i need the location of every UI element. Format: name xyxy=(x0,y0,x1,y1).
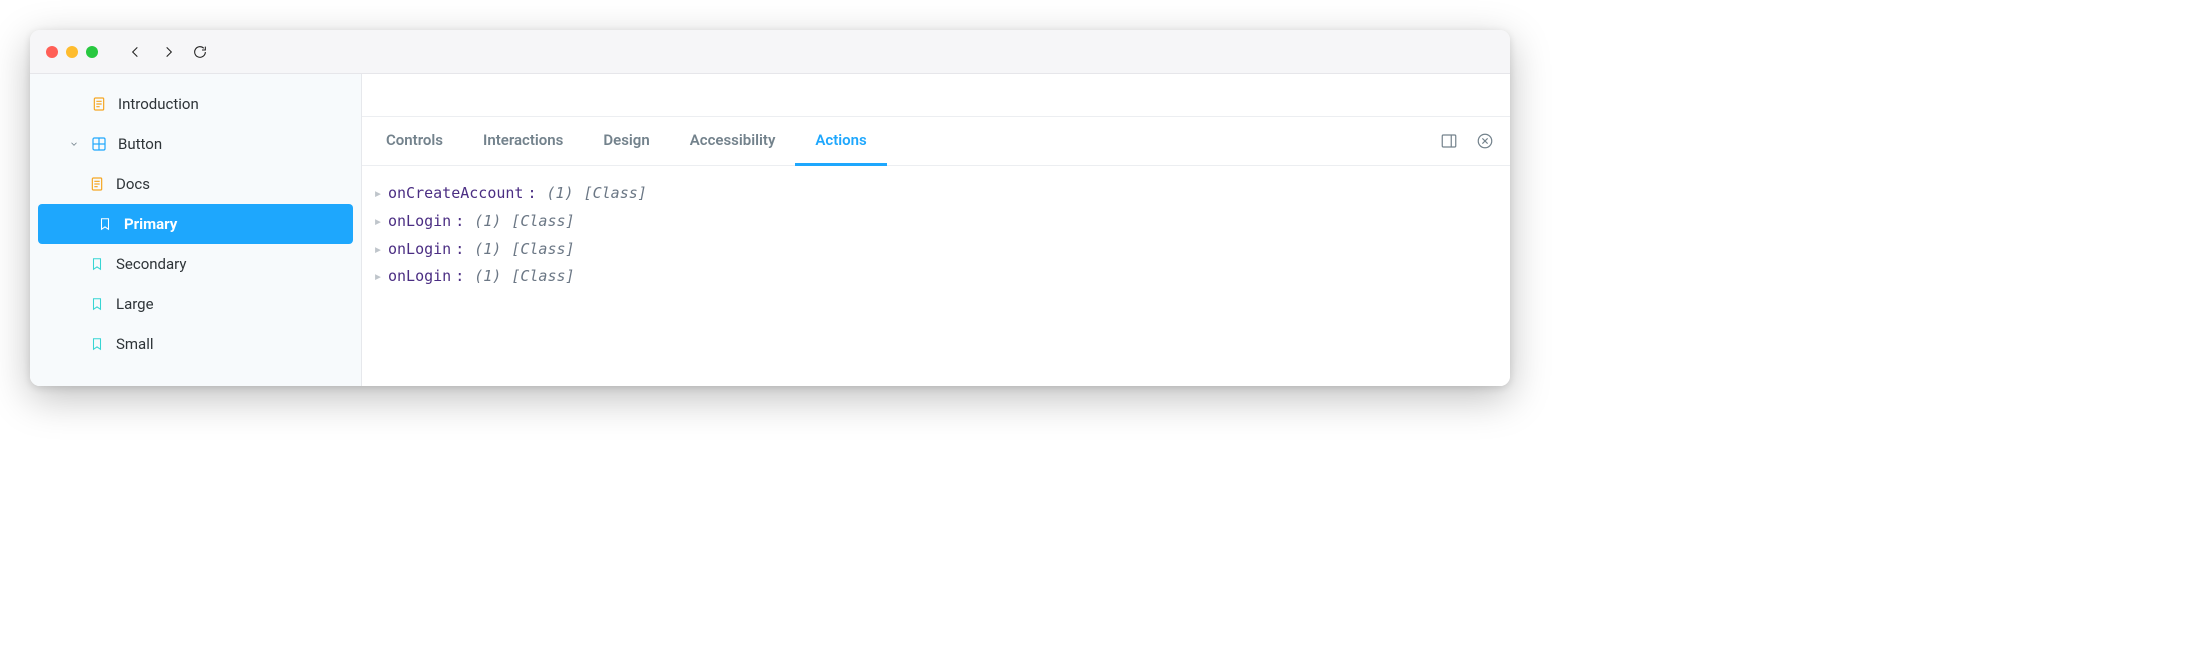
action-class: [Class] xyxy=(511,236,574,264)
chevron-down-icon[interactable] xyxy=(68,139,80,149)
sidebar-item-introduction[interactable]: Introduction xyxy=(30,84,361,124)
window-minimize-button[interactable] xyxy=(66,46,78,58)
component-icon xyxy=(90,136,108,152)
addon-tabs: Controls Interactions Design Accessibili… xyxy=(362,116,1510,166)
main-panel: Controls Interactions Design Accessibili… xyxy=(362,74,1510,386)
app-body: Introduction Button Docs xyxy=(30,74,1510,386)
bookmark-icon xyxy=(88,296,106,312)
window-titlebar xyxy=(30,30,1510,74)
sidebar-item-primary[interactable]: Primary xyxy=(38,204,353,244)
action-log-entry[interactable]: ▸ onLogin: (1) [Class] xyxy=(372,263,1500,291)
action-name: onCreateAccount xyxy=(388,180,523,208)
sidebar: Introduction Button Docs xyxy=(30,74,362,386)
nav-back-button[interactable] xyxy=(124,40,148,64)
tab-accessibility[interactable]: Accessibility xyxy=(670,118,796,166)
document-icon xyxy=(90,96,108,112)
action-count: (1) xyxy=(547,180,574,208)
tab-interactions[interactable]: Interactions xyxy=(463,118,583,166)
window-close-button[interactable] xyxy=(46,46,58,58)
bookmark-icon xyxy=(88,256,106,272)
caret-right-icon: ▸ xyxy=(372,208,384,236)
tab-design[interactable]: Design xyxy=(583,118,669,166)
action-log-entry[interactable]: ▸ onCreateAccount: (1) [Class] xyxy=(372,180,1500,208)
bookmark-icon xyxy=(96,216,114,232)
caret-right-icon: ▸ xyxy=(372,180,384,208)
sidebar-item-secondary[interactable]: Secondary xyxy=(30,244,361,284)
window-traffic-lights xyxy=(46,46,98,58)
nav-reload-button[interactable] xyxy=(188,40,212,64)
sidebar-item-label: Small xyxy=(116,335,154,353)
sidebar-item-label: Docs xyxy=(116,175,150,193)
sidebar-item-docs[interactable]: Docs xyxy=(30,164,361,204)
tab-actions[interactable]: Actions xyxy=(795,118,886,166)
sidebar-item-small[interactable]: Small xyxy=(30,324,361,364)
sidebar-item-button[interactable]: Button xyxy=(30,124,361,164)
action-log-entry[interactable]: ▸ onLogin: (1) [Class] xyxy=(372,208,1500,236)
action-name: onLogin xyxy=(388,208,451,236)
action-count: (1) xyxy=(474,236,501,264)
sidebar-item-large[interactable]: Large xyxy=(30,284,361,324)
actions-log: ▸ onCreateAccount: (1) [Class] ▸ onLogin… xyxy=(362,166,1510,305)
sidebar-item-label: Secondary xyxy=(116,255,186,273)
tab-controls[interactable]: Controls xyxy=(366,118,463,166)
sidebar-item-label: Introduction xyxy=(118,95,199,113)
window-maximize-button[interactable] xyxy=(86,46,98,58)
sidebar-item-label: Primary xyxy=(124,215,177,233)
action-name: onLogin xyxy=(388,236,451,264)
action-count: (1) xyxy=(474,263,501,291)
close-panel-icon[interactable] xyxy=(1470,126,1500,156)
caret-right-icon: ▸ xyxy=(372,236,384,264)
bookmark-icon xyxy=(88,336,106,352)
toggle-panel-icon[interactable] xyxy=(1434,126,1464,156)
action-class: [Class] xyxy=(511,263,574,291)
document-icon xyxy=(88,176,106,192)
caret-right-icon: ▸ xyxy=(372,263,384,291)
action-name: onLogin xyxy=(388,263,451,291)
action-class: [Class] xyxy=(511,208,574,236)
action-class: [Class] xyxy=(584,180,647,208)
nav-forward-button[interactable] xyxy=(156,40,180,64)
preview-area xyxy=(362,74,1510,116)
app-window: Introduction Button Docs xyxy=(30,30,1510,386)
action-log-entry[interactable]: ▸ onLogin: (1) [Class] xyxy=(372,236,1500,264)
action-count: (1) xyxy=(474,208,501,236)
sidebar-item-label: Large xyxy=(116,295,154,313)
sidebar-item-label: Button xyxy=(118,135,162,153)
